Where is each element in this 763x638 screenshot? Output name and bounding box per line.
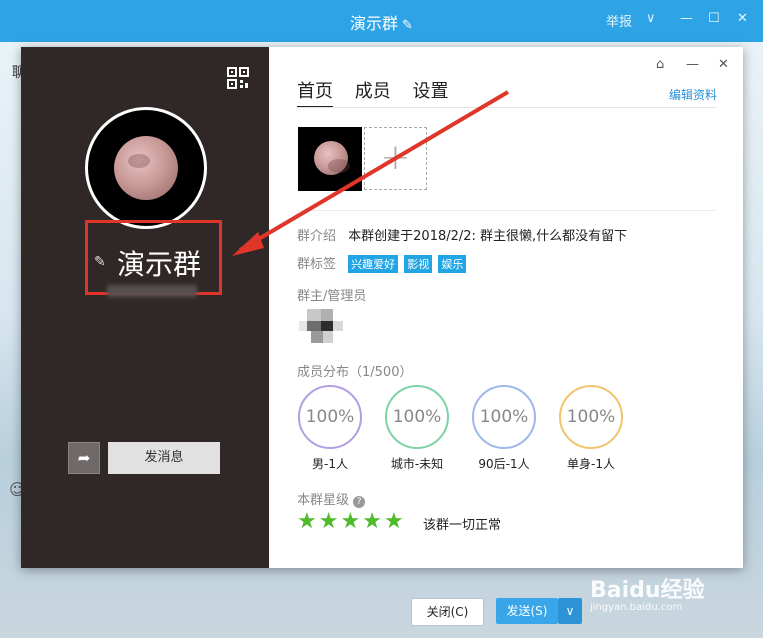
annotation-arrow [232,90,510,256]
